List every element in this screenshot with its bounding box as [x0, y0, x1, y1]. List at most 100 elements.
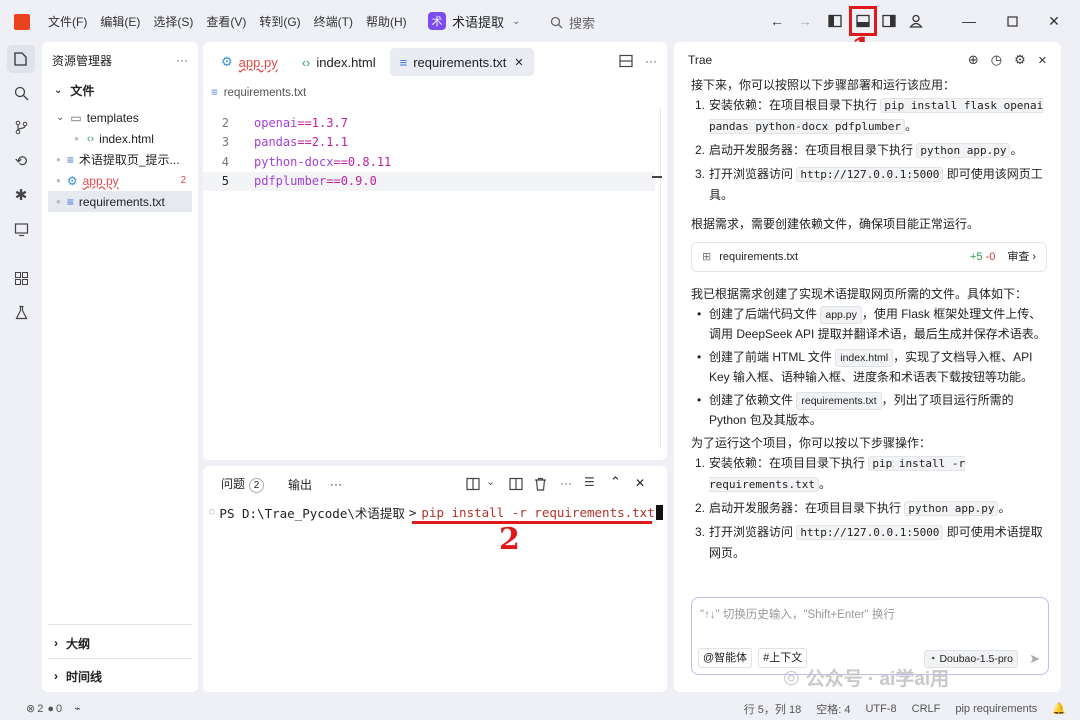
section-timeline-label: 时间线 [66, 669, 103, 684]
extensions-icon[interactable] [7, 264, 35, 292]
file-chip[interactable]: app.py [820, 306, 862, 324]
monitor-icon[interactable] [7, 215, 35, 243]
menu-help[interactable]: 帮助(H) [366, 13, 407, 30]
title-bar: 文件(F) 编辑(E) 选择(S) 查看(V) 转到(G) 终端(T) 帮助(H… [0, 0, 1080, 67]
tree-item-index-html[interactable]: ● ‹› index.html [42, 128, 198, 149]
breadcrumb-file[interactable]: requirements.txt [224, 87, 306, 99]
chevron-down-icon[interactable]: ⌄ [486, 475, 495, 488]
menu-terminal[interactable]: 终端(T) [314, 13, 353, 30]
tab-problems[interactable]: 问题 2 [221, 475, 265, 493]
chat-messages[interactable]: 接下来，你可以按照以下步骤部署和运行该应用： 1. 安装依赖：在项目根目录下执行 … [674, 78, 1061, 630]
list-item: 2. 启动开发服务器：在项目根目录下执行 python app.py。 [695, 143, 1023, 158]
section-files[interactable]: ⌄ 文件 [42, 78, 198, 102]
explorer-icon[interactable] [7, 45, 35, 73]
maximize-icon[interactable] [1002, 11, 1022, 31]
tree-item-label: 术语提取页_提示... [78, 153, 180, 167]
remote-status-icon[interactable]: ⌁ [74, 702, 81, 715]
source-control-icon[interactable] [7, 113, 35, 141]
send-icon[interactable]: ➤ [1029, 651, 1040, 667]
split-terminal-icon[interactable] [466, 477, 480, 494]
scrollbar-track[interactable] [660, 108, 661, 448]
testing-flask-icon[interactable] [7, 298, 35, 326]
project-switcher[interactable]: 术 术语提取 ⌄ [428, 11, 520, 31]
more-icon[interactable]: ··· [645, 54, 657, 68]
forward-arrow-icon[interactable]: → [795, 11, 815, 31]
list-item: • 创建了依赖文件 requirements.txt ，列出了项目运行所需的 Pyt… [697, 392, 1014, 427]
language-mode[interactable]: pip requirements [955, 703, 1037, 715]
toggle-aux-bar-icon[interactable] [879, 11, 899, 31]
inline-code: http://127.0.0.1:5000 [796, 167, 944, 182]
package-name: pdfplumber [254, 174, 327, 189]
tree-item-templates[interactable]: ⌄ ▭ templates [42, 107, 198, 128]
step-text: 安装依赖：在项目目录下执行 [709, 456, 866, 470]
more-icon[interactable]: ··· [176, 53, 188, 67]
divider [48, 658, 192, 659]
toggle-sidebar-icon[interactable] [825, 11, 845, 31]
tree-item-app-py[interactable]: ● ⚙ app.py 2 [42, 170, 198, 191]
step-text: 。 [998, 501, 1011, 515]
minimize-icon[interactable]: — [959, 11, 979, 31]
notifications-icon[interactable]: 🔔 [1052, 702, 1066, 715]
settings-sliders-icon[interactable]: ☰ [584, 475, 595, 489]
close-icon[interactable]: ✕ [514, 56, 523, 69]
line-ending[interactable]: CRLF [912, 703, 941, 715]
tab-app-py[interactable]: ⚙ app.py [211, 48, 288, 76]
tab-index-html[interactable]: ‹› index.html [292, 48, 386, 76]
file-change-card[interactable]: ⊞ requirements.txt +5 -0 审查 › [691, 242, 1047, 272]
tab-requirements[interactable]: ≡ requirements.txt ✕ [389, 48, 534, 76]
gear-icon[interactable]: ⚙ [1014, 52, 1026, 68]
remote-icon[interactable]: ⟲ [7, 147, 35, 175]
explorer-title: 资源管理器 [52, 53, 113, 68]
more-icon[interactable]: ··· [560, 476, 572, 490]
terminal-line[interactable]: ○ PS D:\Trae_Pycode\术语提取 > pip install -… [203, 502, 667, 522]
cursor-position[interactable]: 行 5，列 18 [744, 701, 801, 717]
chat-text: 为了运行这个项目，你可以按以下步骤操作： [691, 436, 932, 450]
file-chip[interactable]: requirements.txt [796, 392, 882, 410]
indentation[interactable]: 空格: 4 [816, 701, 850, 717]
tree-item-label: app.py [82, 173, 119, 188]
agent-button[interactable]: @智能体 [698, 648, 753, 668]
menu-view[interactable]: 查看(V) [206, 13, 246, 30]
close-icon[interactable]: ✕ [1038, 54, 1047, 67]
chevron-up-icon[interactable]: ⌃ [610, 474, 621, 490]
close-panel-icon[interactable]: ✕ [635, 476, 645, 490]
menu-edit[interactable]: 编辑(E) [100, 13, 140, 30]
more-tabs-icon[interactable]: ··· [330, 477, 342, 491]
search-icon[interactable] [7, 79, 35, 107]
tab-output[interactable]: 输出 [288, 476, 312, 493]
chat-input-placeholder[interactable]: "↑↓" 切换历史输入，"Shift+Enter" 换行 [700, 606, 1040, 622]
back-arrow-icon[interactable]: ← [767, 11, 787, 31]
menu-file[interactable]: 文件(F) [48, 13, 87, 30]
menu-go[interactable]: 转到(G) [259, 13, 300, 30]
new-chat-icon[interactable]: ⊕ [968, 52, 979, 68]
chat-text: 我已根据需求创建了实现术语提取网页所需的文件。具体如下： [691, 287, 1028, 301]
history-icon[interactable]: ◷ [991, 52, 1002, 68]
split-editor-icon[interactable] [619, 54, 633, 71]
activity-bar: ⟲ ✱ [0, 42, 42, 694]
lines-icon: ≡ [66, 152, 74, 167]
cursor [655, 504, 663, 520]
encoding[interactable]: UTF-8 [865, 703, 896, 715]
split-panel-icon[interactable] [509, 477, 523, 494]
chat-text: 接下来，你可以按照以下步骤部署和运行该应用： [691, 78, 956, 92]
package-version: ==0.8.11 [333, 154, 392, 169]
tree-item-prompt-doc[interactable]: ● ≡ 术语提取页_提示... [42, 149, 198, 170]
account-icon[interactable] [906, 11, 926, 31]
tree-item-requirements[interactable]: ● ≡ requirements.txt [48, 191, 192, 212]
menu-selection[interactable]: 选择(S) [153, 13, 193, 30]
warning-count: 0 [56, 702, 63, 715]
file-chip[interactable]: index.html [835, 349, 894, 367]
search-box[interactable]: 搜索 [550, 13, 595, 32]
review-button[interactable]: 审查 [1007, 247, 1029, 267]
problems-status[interactable]: ⊗ 2 ● 0 [26, 702, 63, 716]
step-text: 。 [818, 477, 831, 491]
list-item: 3. 打开浏览器访问 http://127.0.0.1:5000 即可使用术语提取… [695, 525, 1043, 560]
lines-icon: ≡ [211, 87, 218, 99]
close-icon[interactable]: ✕ [1044, 11, 1064, 31]
code-area[interactable]: 2 openai ==1.3.7 3 pandas ==2.1.1 4 python-do… [203, 113, 667, 191]
debug-icon[interactable]: ✱ [7, 181, 35, 209]
trash-icon[interactable] [534, 477, 547, 494]
section-timeline[interactable]: › 时间线 [54, 664, 102, 688]
code-line: 4 python-docx ==0.8.11 [203, 152, 667, 172]
section-outline[interactable]: › 大纲 [54, 631, 90, 655]
